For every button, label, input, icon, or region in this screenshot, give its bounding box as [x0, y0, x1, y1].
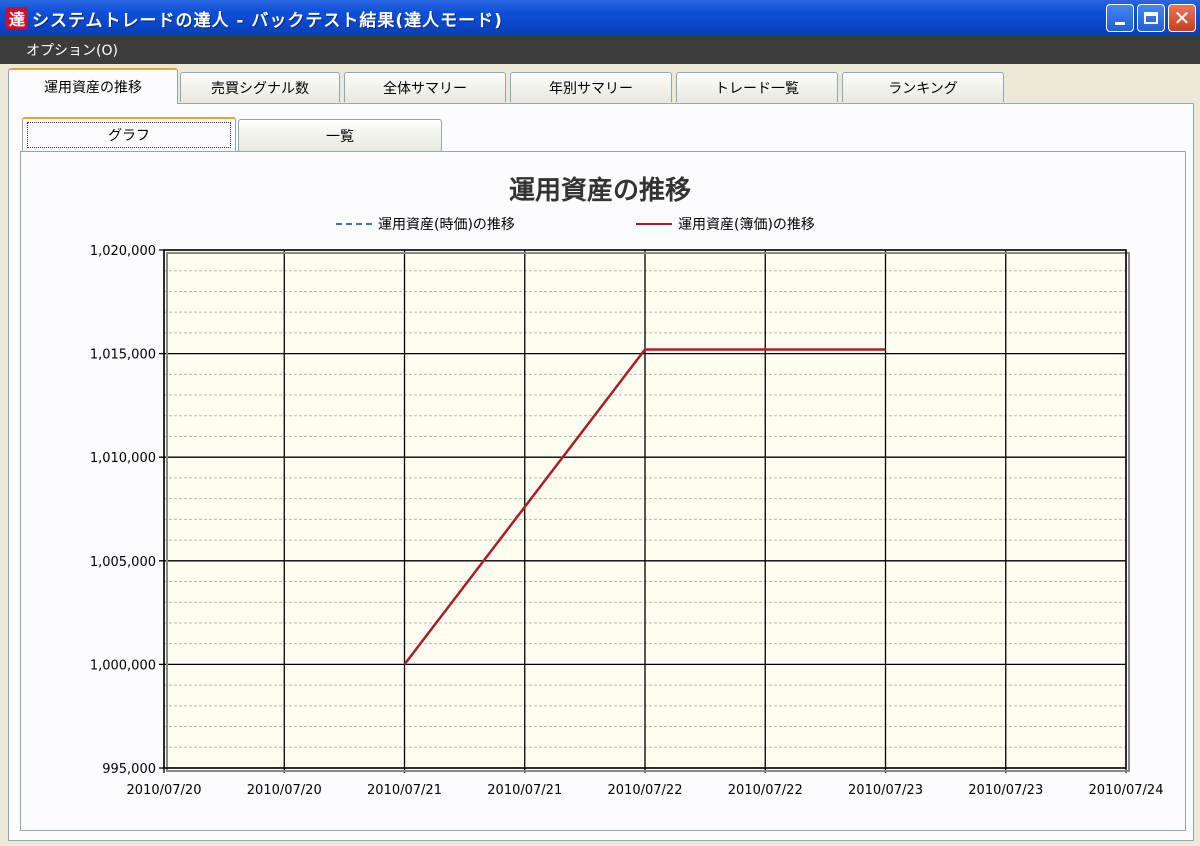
- x-tick-label: 2010/07/21: [487, 783, 562, 798]
- tab-asset-trend[interactable]: 運用資産の推移: [8, 68, 178, 104]
- y-tick-label: 1,010,000: [90, 451, 156, 466]
- subtab-graph[interactable]: グラフ: [22, 117, 236, 151]
- y-tick-label: 1,005,000: [90, 555, 156, 570]
- x-tick-label: 2010/07/23: [968, 783, 1043, 798]
- subtab-label: グラフ: [27, 122, 231, 148]
- y-tick-label: 1,020,000: [90, 244, 156, 259]
- x-tick-label: 2010/07/21: [367, 783, 442, 798]
- y-tick-label: 1,015,000: [90, 348, 156, 363]
- x-tick-label: 2010/07/22: [608, 783, 683, 798]
- x-tick-label: 2010/07/23: [848, 783, 923, 798]
- x-tick-label: 2010/07/20: [247, 783, 322, 798]
- x-tick-label: 2010/07/22: [728, 783, 803, 798]
- y-tick-label: 1,000,000: [90, 658, 156, 673]
- y-tick-label: 995,000: [102, 762, 156, 777]
- tab-label: 運用資産の推移: [44, 80, 142, 96]
- x-tick-label: 2010/07/24: [1089, 783, 1164, 798]
- x-tick-label: 2010/07/20: [127, 783, 202, 798]
